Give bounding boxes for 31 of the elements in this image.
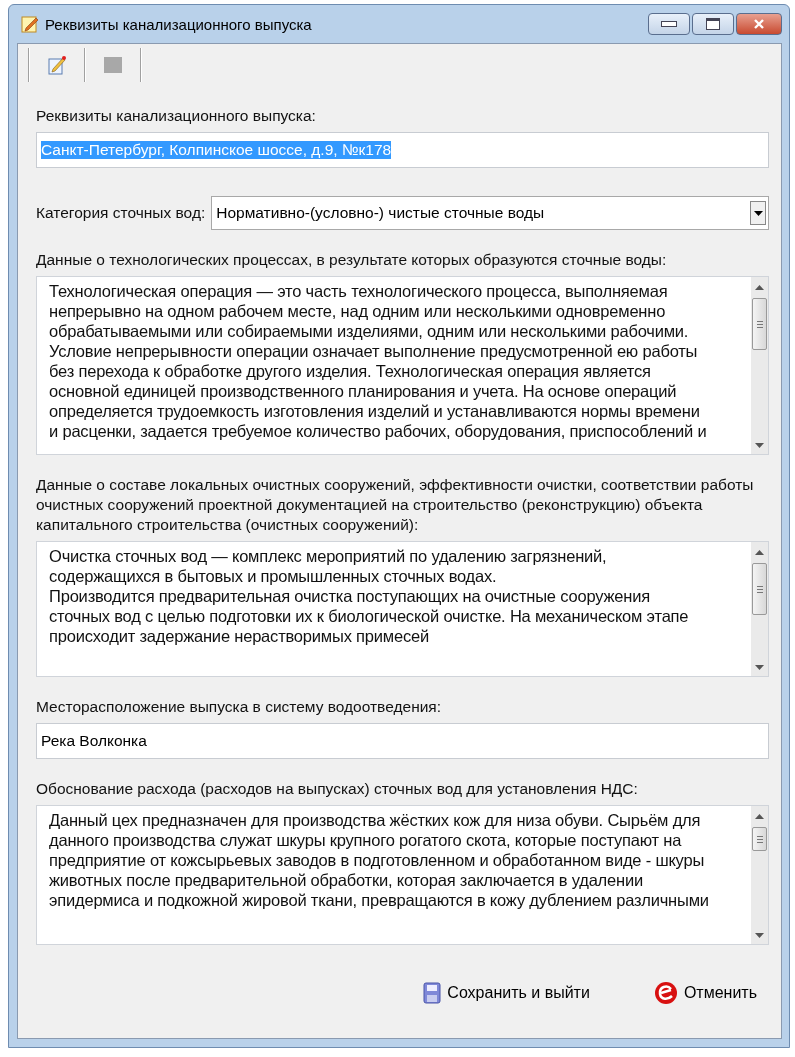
field-label: Реквизиты канализационного выпуска: bbox=[36, 106, 317, 126]
field-label: Категория сточных вод: bbox=[36, 203, 206, 223]
category-dropdown[interactable]: Нормативно-(условно-) чистые сточные воды bbox=[211, 196, 769, 230]
cancel-icon bbox=[653, 981, 678, 1005]
close-button[interactable] bbox=[736, 13, 782, 35]
field-label: Месторасположение выпуска в систему водоотведения: bbox=[36, 697, 443, 717]
field-label: Обоснование расхода (расходов на выпусках) сточных вод для установления НДС: bbox=[36, 779, 639, 799]
scrollbar[interactable] bbox=[751, 806, 768, 944]
save-exit-button[interactable]: Сохранить и выйти bbox=[421, 979, 592, 1007]
pencil-page-icon bbox=[46, 54, 68, 76]
scroll-down-icon[interactable] bbox=[755, 665, 764, 670]
notepad-icon bbox=[21, 15, 39, 33]
field-label: Данные о технологических процессах, в результате которых образуются сточные воды: bbox=[36, 250, 668, 270]
scroll-up-icon[interactable] bbox=[755, 814, 764, 819]
window-title: Реквизиты канализационного выпуска bbox=[45, 15, 312, 33]
scroll-up-icon[interactable] bbox=[755, 285, 764, 290]
text-area[interactable]: Данный цех предназначен для производства жёстких кож для низа обуви. Сырьём для данного производства служат шкуры крупного рогатого скота, которые поступают на предприятие от кожсырьевых заводов в подготовленном и обработанном виде - шкуры животных после предварительной обработки, которая заключается в удалении эпидермиса и подкожной жировой ткани, превращаются в кожу дублением различными bbox=[36, 805, 769, 945]
stop-icon bbox=[102, 54, 124, 76]
text-area[interactable]: Технологическая операция — это часть технологического процесса, выполняемая непрерывно на одном рабочем месте, над одним или несколькими одновременно обрабатываемыми или собираемыми изделиями, одним или несколькими рабочими. Условие непрерывности операции означает выполнение предусмотренной ею работы без перехода к обработке другого изделия. Технологическая операция является основной единицей производственного планирования и учета. На основе операций определяется трудоемкость изготовления изделий и устанавливаются нормы времени и расценки, задается требуемое количество рабочих, оборудования, приспособлений и bbox=[36, 276, 769, 455]
scroll-down-icon[interactable] bbox=[755, 443, 764, 448]
maximize-button[interactable] bbox=[692, 13, 734, 35]
scrollbar[interactable] bbox=[751, 542, 768, 676]
scrollbar[interactable] bbox=[751, 277, 768, 454]
text-area[interactable]: Очистка сточных вод — комплекс мероприятий по удалению загрязнений, содержащихся в бытовых и промышленных сточных водах. Производится предварительная очистка поступающих на очистные сооружения сточных вод с целью подготовки их к биологической очистке. На механическом этапе происходит задержание нерастворимых примесей bbox=[36, 541, 769, 677]
close-icon bbox=[753, 19, 765, 29]
text-field[interactable]: Река Волконка bbox=[36, 723, 769, 759]
field-label: Данные о составе локальных очистных сооружений, эффективности очистки, соответствии работы очистных сооружений проектной документацией на строительство (реконструкцию) объекта капитального строительства (очистных сооружений): bbox=[36, 475, 755, 535]
scroll-down-icon[interactable] bbox=[755, 933, 764, 938]
scroll-up-icon[interactable] bbox=[755, 550, 764, 555]
cancel-button[interactable]: Отменить bbox=[651, 979, 759, 1007]
minimize-button[interactable] bbox=[648, 13, 690, 35]
